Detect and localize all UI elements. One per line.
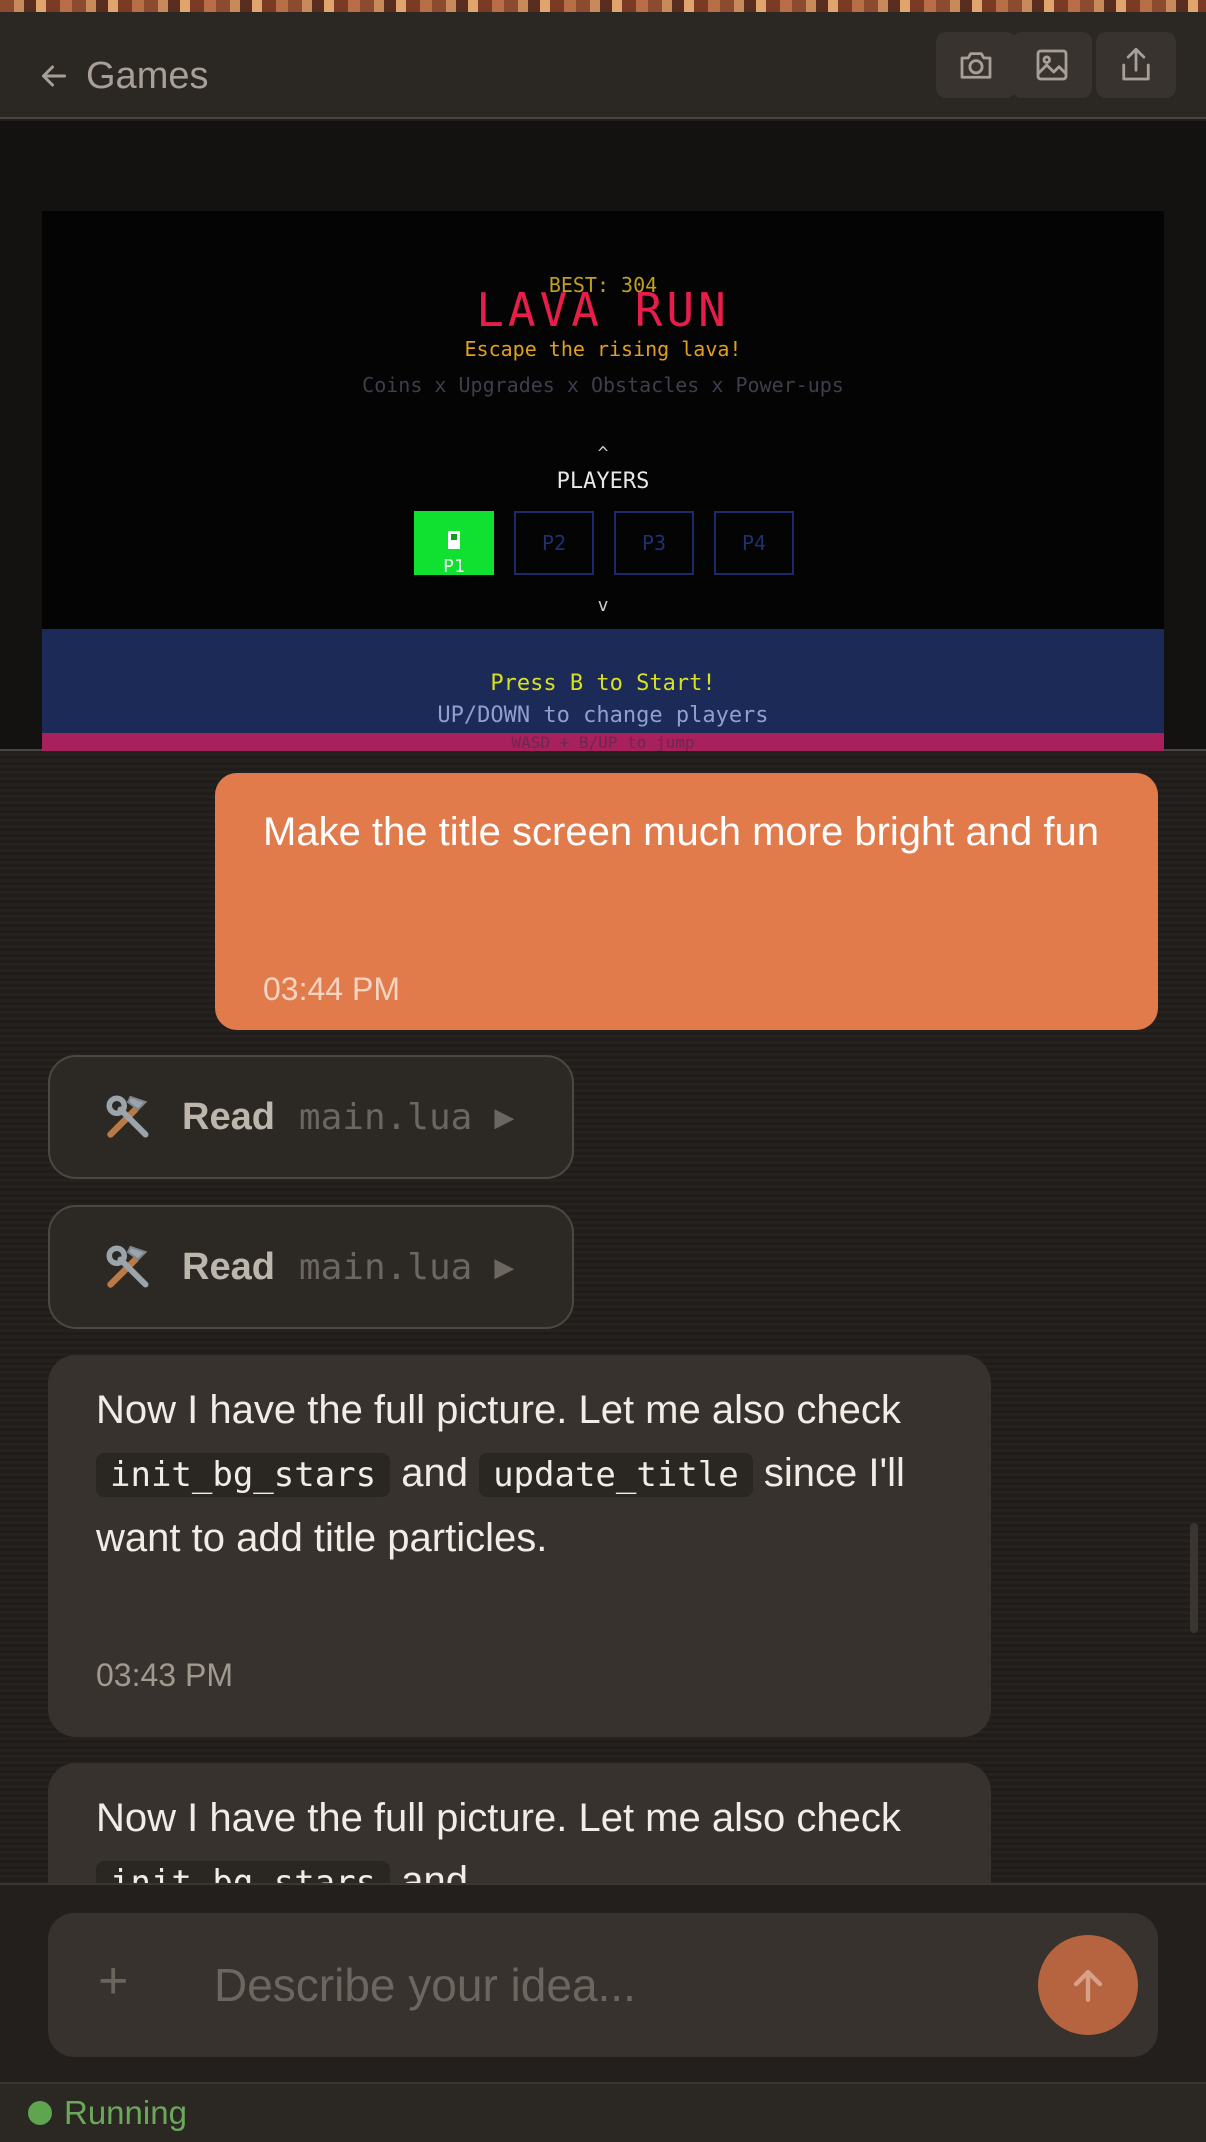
- tool-file: main.lua: [298, 1096, 473, 1138]
- assistant-message-text: Now I have the full picture. Let me also…: [96, 1787, 956, 1883]
- player-slot-1: P1: [414, 511, 494, 577]
- hammer-wrench-icon: [106, 1095, 149, 1138]
- camera-icon: [960, 52, 992, 79]
- decorative-stripe: [0, 0, 1206, 12]
- message-text-segment: and: [390, 1451, 480, 1495]
- status-bar: Running: [0, 2082, 1206, 2142]
- back-label: Games: [86, 54, 209, 97]
- assistant-message: Now I have the full picture. Let me also…: [48, 1763, 991, 1883]
- status-dot-icon: [28, 2101, 52, 2125]
- game-screen[interactable]: BEST: 304 LAVA RUN Escape the rising lav…: [42, 211, 1164, 751]
- arrow-up-icon: [1073, 1969, 1103, 2002]
- back-arrow-icon: [42, 65, 66, 87]
- scrollbar-thumb[interactable]: [1190, 1523, 1198, 1633]
- inline-code: init_bg_stars: [96, 1453, 391, 1497]
- image-button[interactable]: [1012, 32, 1092, 98]
- wasd-hint: WASD + B/UP to jump: [511, 733, 695, 751]
- inline-code: init_bg_stars: [96, 1861, 391, 1883]
- idea-input[interactable]: [214, 1943, 1054, 2027]
- input-box: +: [48, 1913, 1158, 2057]
- player-slot-label: P1: [443, 556, 465, 577]
- send-button[interactable]: [1038, 1935, 1138, 2035]
- caret-up-icon: ^: [597, 443, 609, 464]
- inline-code: update_title: [479, 1453, 753, 1497]
- player-slot-2: P2: [514, 511, 594, 575]
- tool-call-read[interactable]: Read main.lua ▶: [48, 1055, 574, 1179]
- player-slot-label: P2: [541, 531, 567, 555]
- press-start-text: Press B to Start!: [490, 671, 716, 696]
- player-slot-3: P3: [614, 511, 694, 575]
- game-preview: BEST: 304 LAVA RUN Escape the rising lav…: [0, 121, 1206, 751]
- hammer-wrench-icon: [106, 1245, 149, 1288]
- player-slot-label: P4: [741, 531, 767, 555]
- game-features: Coins x Upgrades x Obstacles x Power-ups: [362, 373, 844, 397]
- message-timestamp: 03:44 PM: [263, 971, 400, 1007]
- top-bar: Games: [0, 12, 1206, 119]
- tool-action: Read: [182, 1095, 275, 1138]
- user-message-text: Make the title screen much more bright a…: [263, 810, 1099, 854]
- message-text-segment: Now I have the full picture. Let me also…: [96, 1388, 901, 1432]
- tool-action: Read: [182, 1245, 275, 1288]
- image-icon: [1036, 49, 1068, 81]
- message-text-segment: and: [390, 1859, 468, 1883]
- add-attachment-button[interactable]: +: [98, 1951, 128, 2011]
- camera-button[interactable]: [936, 32, 1016, 98]
- assistant-message-text: Now I have the full picture. Let me also…: [96, 1379, 956, 1570]
- share-button[interactable]: [1096, 32, 1176, 98]
- chat-thread[interactable]: Make the title screen much more bright a…: [0, 753, 1206, 1883]
- game-title: LAVA RUN: [476, 283, 730, 337]
- player-slot-4: P4: [714, 511, 794, 575]
- assistant-message: Now I have the full picture. Let me also…: [48, 1355, 991, 1737]
- caret-down-icon: v: [597, 595, 609, 616]
- message-text-segment: Now I have the full picture. Let me also…: [96, 1796, 901, 1840]
- status-label: Running: [64, 2094, 187, 2131]
- message-timestamp: 03:43 PM: [96, 1657, 233, 1693]
- user-message: Make the title screen much more bright a…: [215, 773, 1158, 1030]
- share-icon: [1122, 47, 1150, 81]
- composer: +: [0, 1883, 1206, 2082]
- player-slot-label: P3: [641, 531, 667, 555]
- game-subtitle: Escape the rising lava!: [464, 337, 742, 361]
- tool-call-read[interactable]: Read main.lua ▶: [48, 1205, 574, 1329]
- back-button[interactable]: Games: [36, 44, 208, 108]
- tool-file: main.lua: [298, 1246, 473, 1288]
- players-label: PLAYERS: [556, 469, 650, 494]
- expand-arrow-icon: ▶: [494, 1251, 515, 1282]
- player-sprite-icon: [448, 531, 460, 549]
- expand-arrow-icon: ▶: [494, 1101, 515, 1132]
- updown-hint: UP/DOWN to change players: [437, 703, 769, 728]
